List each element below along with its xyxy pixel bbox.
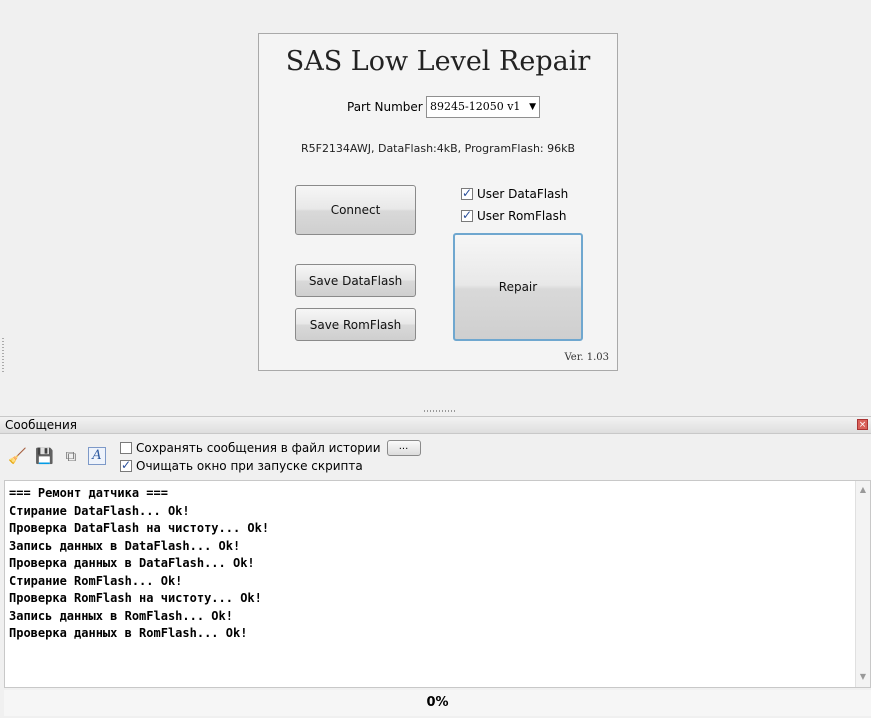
clear-on-start-label: Очищать окно при запуске скрипта <box>136 459 363 473</box>
chevron-down-icon: ▼ <box>529 102 536 112</box>
user-romflash-checkbox-row[interactable]: ✓ User RomFlash <box>461 208 567 223</box>
log-line: Стирание RomFlash... Ok! <box>9 573 183 588</box>
app-title: SAS Low Level Repair <box>285 46 591 77</box>
log-line: Стирание DataFlash... Ok! <box>9 503 190 518</box>
user-romflash-checkbox[interactable]: ✓ <box>461 208 473 222</box>
messages-toolbar: 🧹 💾 ⧉ A ✓ Сохранять сообщения в файл ист… <box>0 435 871 479</box>
save-icon[interactable]: 💾 <box>35 447 54 465</box>
log-scrollbar[interactable]: ▲ ▼ <box>855 481 870 687</box>
messages-title: Сообщения <box>5 418 78 432</box>
scroll-up-icon[interactable]: ▲ <box>856 485 870 494</box>
log-line: === Ремонт датчика === <box>9 486 168 500</box>
user-dataflash-checkbox-row[interactable]: ✓ User DataFlash <box>461 186 569 201</box>
log-line: Проверка данных в DataFlash... Ok! <box>9 556 255 570</box>
message-log[interactable]: === Ремонт датчика === Стирание DataFlash… <box>4 480 871 688</box>
browse-history-button[interactable]: ... <box>386 440 421 456</box>
splitter-handle[interactable] <box>424 410 456 412</box>
progress-label: 0% <box>426 695 449 710</box>
connect-button[interactable]: Connect <box>295 185 416 235</box>
user-dataflash-checkbox[interactable]: ✓ <box>461 186 473 200</box>
log-line: Проверка RomFlash на чистоту... Ok! <box>9 591 262 605</box>
repair-button[interactable]: Repair <box>453 233 583 341</box>
save-history-label: Сохранять сообщения в файл истории <box>136 441 381 455</box>
chip-info-text: R5F2134AWJ, DataFlash:4kB, ProgramFlash:… <box>300 142 576 155</box>
script-form-area: SAS Low Level Repair Part Number 89245-1… <box>0 0 871 412</box>
repair-panel: SAS Low Level Repair Part Number 89245-1… <box>258 33 618 371</box>
save-history-checkbox[interactable]: ✓ <box>120 442 132 454</box>
clear-on-start-checkbox[interactable]: ✓ <box>120 458 132 472</box>
save-dataflash-button[interactable]: Save DataFlash <box>295 264 416 297</box>
log-line: Проверка DataFlash на чистоту... Ok! <box>9 521 270 535</box>
close-icon[interactable]: × <box>857 419 868 430</box>
save-history-row[interactable]: ✓ Сохранять сообщения в файл истории ... <box>120 440 421 456</box>
progress-bar: 0% <box>4 690 871 716</box>
resize-grip[interactable] <box>2 338 4 374</box>
version-label: Ver. 1.03 <box>564 352 609 363</box>
copy-icon[interactable]: ⧉ <box>62 447 80 465</box>
log-line: Запись данных в RomFlash... Ok! <box>9 608 233 623</box>
user-romflash-label: User RomFlash <box>477 209 567 223</box>
part-number-value: 89245-12050 v1 <box>430 100 521 113</box>
user-dataflash-label: User DataFlash <box>477 187 569 201</box>
broom-icon[interactable]: 🧹 <box>8 447 27 465</box>
clear-on-start-row[interactable]: ✓ Очищать окно при запуске скрипта <box>120 458 363 473</box>
save-romflash-button[interactable]: Save RomFlash <box>295 308 416 341</box>
part-number-label: Part Number <box>347 100 423 114</box>
part-number-select[interactable]: 89245-12050 v1 ▼ <box>426 96 540 118</box>
log-line: Запись данных в DataFlash... Ok! <box>9 538 241 553</box>
log-lines: === Ремонт датчика === Стирание DataFlash… <box>9 485 269 643</box>
log-line: Проверка данных в RomFlash... Ok! <box>9 626 248 640</box>
scroll-down-icon[interactable]: ▼ <box>856 672 870 681</box>
font-icon[interactable]: A <box>88 447 106 465</box>
messages-header: Сообщения × <box>0 416 871 434</box>
